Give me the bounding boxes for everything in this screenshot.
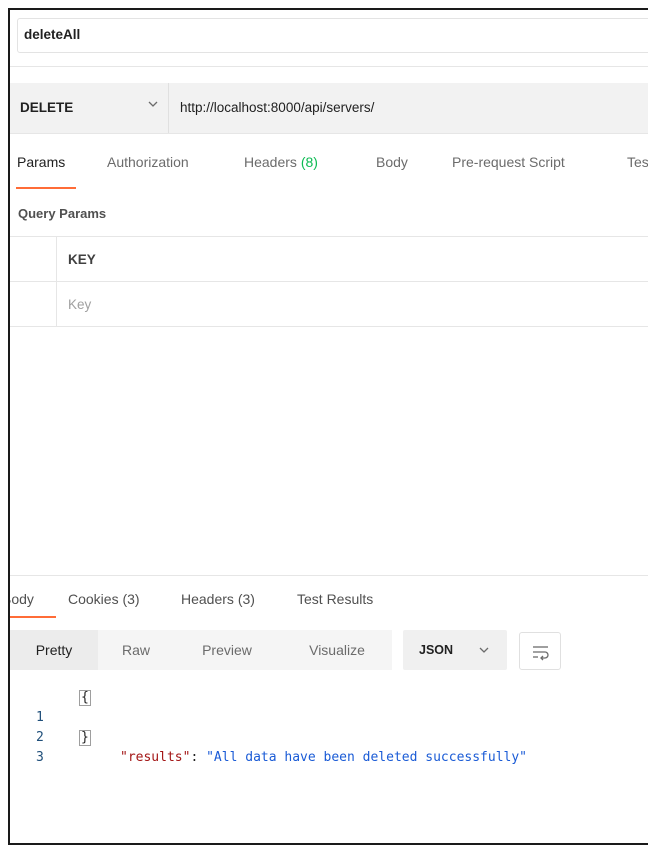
tab-count: (3)	[237, 591, 255, 607]
tab-headers[interactable]: Headers (8)	[244, 151, 318, 191]
tab-body[interactable]: Body	[376, 151, 408, 191]
active-tab-indicator	[10, 616, 56, 618]
tab-params[interactable]: Params	[17, 151, 65, 191]
tab-count: (3)	[122, 591, 140, 607]
open-brace: {	[79, 690, 91, 706]
postman-request-panel: deleteAll DELETE http://localhost:8000/a…	[8, 8, 648, 845]
code-line: 3 }	[10, 728, 648, 765]
tab-pre-request-script[interactable]: Pre-request Script	[452, 151, 565, 191]
chevron-down-icon[interactable]	[146, 97, 160, 111]
tab-authorization[interactable]: Authorization	[107, 151, 189, 191]
tab-response-headers[interactable]: Headers (3)	[181, 588, 255, 610]
divider	[10, 326, 648, 327]
view-mode-preview[interactable]: Preview	[182, 630, 272, 670]
tab-label: Pre-request Script	[452, 154, 565, 170]
query-params-label: Query Params	[18, 206, 107, 221]
url-input[interactable]: http://localhost:8000/api/servers/	[180, 83, 374, 133]
tab-label: Authorization	[107, 154, 189, 170]
json-entry: "results": "All data have been deleted s…	[120, 748, 527, 768]
tab-label: Headers	[244, 154, 301, 170]
request-tabs: Params Authorization Headers (8) Body Pr…	[10, 151, 648, 191]
response-view-controls: Pretty Raw Preview Visualize JSON	[10, 630, 648, 670]
tab-label: Body	[376, 154, 408, 170]
method-select[interactable]: DELETE	[20, 83, 73, 133]
row-gutter	[56, 237, 57, 282]
close-brace: }	[79, 730, 91, 746]
key-column-header: KEY	[68, 252, 96, 267]
tab-label: Params	[17, 154, 66, 170]
table-header-row: KEY	[10, 236, 648, 282]
request-name-field[interactable]: deleteAll	[17, 18, 648, 53]
tab-label: Cookies	[68, 591, 123, 607]
chevron-down-icon	[479, 647, 489, 653]
response-divider	[10, 575, 648, 576]
json-value: "All data have been deleted successfully…	[206, 750, 528, 765]
tab-tests[interactable]: Tes	[627, 151, 648, 191]
view-mode-pretty[interactable]: Pretty	[10, 630, 98, 670]
divider	[10, 66, 648, 67]
tab-label: Tes	[627, 154, 648, 170]
active-tab-indicator	[16, 187, 76, 189]
tab-test-results[interactable]: Test Results	[297, 588, 373, 610]
method-separator	[168, 83, 169, 133]
request-name-bar: deleteAll	[10, 10, 648, 66]
view-mode-raw[interactable]: Raw	[102, 630, 170, 670]
response-tabs: Body Cookies (3) Headers (3) Test Result…	[10, 588, 648, 618]
json-key: "results"	[120, 750, 191, 765]
url-bar: DELETE http://localhost:8000/api/servers…	[10, 83, 648, 134]
table-row: Key	[10, 281, 648, 327]
view-mode-visualize[interactable]: Visualize	[288, 630, 386, 670]
row-gutter	[56, 282, 57, 327]
json-colon: :	[190, 750, 207, 765]
tab-cookies[interactable]: Cookies (3)	[68, 588, 140, 610]
tab-label: Test Results	[297, 591, 374, 607]
tab-count: (8)	[300, 154, 318, 170]
tab-label: Headers	[181, 591, 238, 607]
code-line: 2 "results": "All data have been deleted…	[10, 708, 648, 765]
key-input[interactable]: Key	[68, 282, 91, 327]
tab-response-body[interactable]: Body	[10, 588, 34, 610]
wrap-lines-button[interactable]	[519, 632, 561, 670]
format-label: JSON	[419, 643, 454, 657]
wrap-lines-icon	[533, 646, 549, 661]
tab-label: Body	[10, 591, 34, 607]
format-select[interactable]: JSON	[403, 630, 507, 670]
code-line: 1 {	[10, 688, 648, 725]
line-number: 3	[36, 750, 44, 765]
